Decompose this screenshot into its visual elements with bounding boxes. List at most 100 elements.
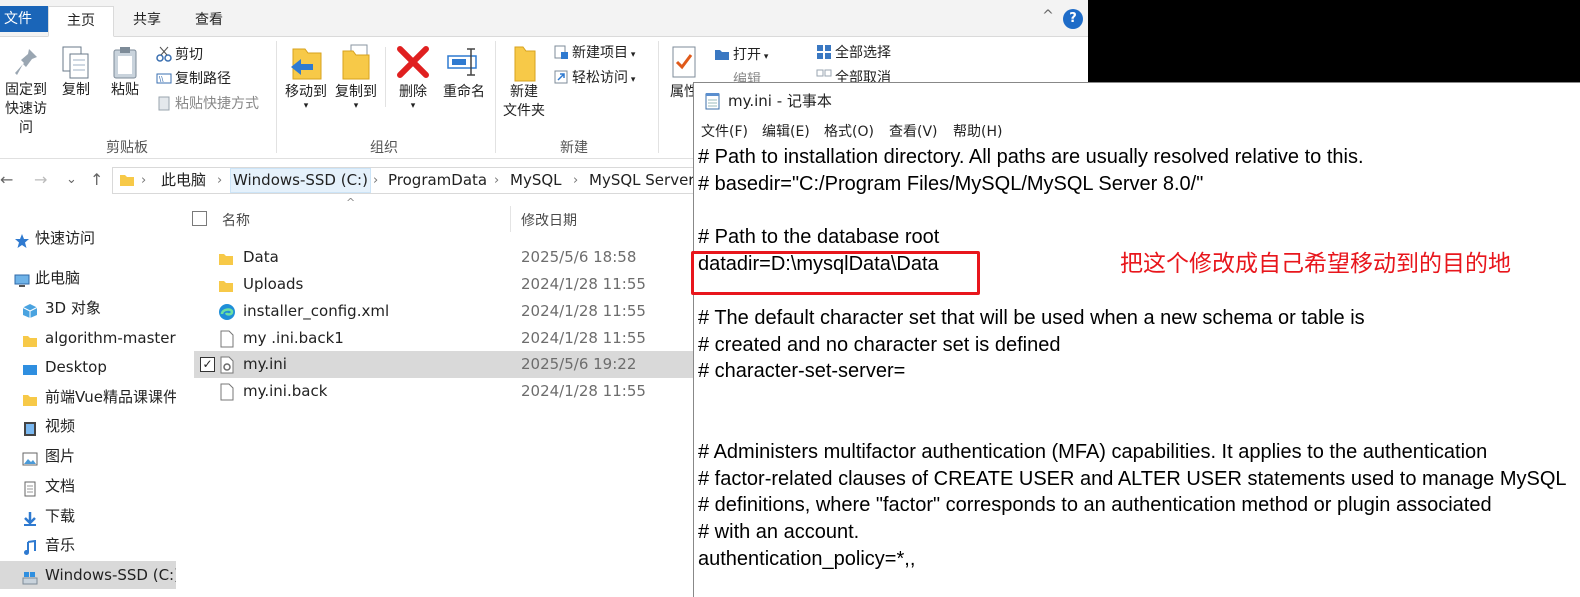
sidebar-item-label: Windows-SSD (C:) <box>45 566 176 584</box>
sidebar-item[interactable]: 视频 <box>0 412 176 440</box>
group-separator <box>276 41 277 153</box>
row-checkbox[interactable]: ✓ <box>200 357 215 372</box>
breadcrumb-programdata[interactable]: ProgramData <box>388 168 487 193</box>
copy-path-label: 复制路径 <box>175 71 231 87</box>
menu-help[interactable]: 帮助(H) <box>953 120 1002 144</box>
collapse-ribbon-icon[interactable]: ^ <box>1040 8 1056 24</box>
folder-icon <box>22 330 38 347</box>
group-label-new: 新建 <box>560 140 588 156</box>
star-icon <box>14 230 30 248</box>
select-all-button[interactable]: 全部选择 <box>816 43 891 65</box>
select-all-checkbox[interactable] <box>192 211 207 226</box>
file-icon <box>218 383 236 401</box>
pin-quick-access-button[interactable]: 固定到 快速访问 <box>0 45 52 138</box>
easy-access-label: 轻松访问 <box>572 70 628 86</box>
new-folder-button[interactable]: 新建 文件夹 <box>500 43 548 121</box>
delete-label: 删除 <box>399 84 427 100</box>
sidebar-item[interactable]: algorithm-master <box>0 324 176 352</box>
move-to-icon <box>291 48 322 80</box>
copy-button[interactable]: 复制 <box>56 45 96 100</box>
menu-edit[interactable]: 编辑(E) <box>762 120 810 144</box>
copy-path-icon: \\ <box>156 70 172 86</box>
notepad-title-bar[interactable]: my.ini - 记事本 <box>694 83 1580 119</box>
sidebar-item[interactable]: Desktop <box>0 353 176 381</box>
select-none-label: 全部取消 <box>835 70 891 82</box>
paste-button[interactable]: 粘贴 <box>104 45 146 100</box>
cut-label: 剪切 <box>175 47 203 63</box>
file-row[interactable]: ✓ my.ini 2025/5/6 19:22 <box>194 351 694 378</box>
cube-icon <box>22 300 38 318</box>
file-row[interactable]: Uploads 2024/1/28 11:55 <box>194 271 694 298</box>
new-item-button[interactable]: 新建项目 ▾ <box>553 43 635 65</box>
sidebar-item[interactable]: 下载 <box>0 502 176 530</box>
menu-format[interactable]: 格式(O) <box>824 120 874 144</box>
file-row[interactable]: my .ini.back1 2024/1/28 11:55 <box>194 325 694 352</box>
move-to-label: 移动到 <box>285 84 327 100</box>
file-row[interactable]: my.ini.back 2024/1/28 11:55 <box>194 378 694 405</box>
file-row[interactable]: Data 2025/5/6 18:58 <box>194 244 694 271</box>
back-button[interactable]: ← <box>0 170 13 190</box>
recent-locations-button[interactable]: ⌄ <box>66 170 77 190</box>
cut-button[interactable]: 剪切 <box>156 45 203 67</box>
tab-home[interactable]: 主页 <box>48 6 114 37</box>
text-line: # created and no character set is define… <box>698 333 1061 356</box>
select-none-button[interactable]: 全部取消 <box>816 68 891 82</box>
sidebar-item[interactable]: 此电脑 <box>0 264 176 292</box>
edit-button[interactable]: 编辑 <box>714 70 761 82</box>
copy-to-button[interactable]: 复制到 ▾ <box>332 43 380 111</box>
menu-view[interactable]: 查看(V) <box>889 120 938 144</box>
navigation-pane: 快速访问此电脑 3D 对象 algorithm-master Desktop 前端Vue… <box>0 222 176 597</box>
sidebar-item[interactable]: Windows-SSD (C:) <box>0 561 176 589</box>
file-list-header: 名称 修改日期 <box>186 206 696 232</box>
sidebar-item[interactable]: 图片 <box>0 442 176 470</box>
open-button[interactable]: 打开 ▾ <box>714 45 768 67</box>
up-button[interactable]: ↑ <box>90 170 103 190</box>
scissors-icon <box>156 46 172 62</box>
sidebar-item-label: 文档 <box>45 477 76 495</box>
copy-to-icon <box>342 44 370 80</box>
notepad-icon <box>705 93 720 110</box>
help-icon[interactable]: ? <box>1063 9 1083 29</box>
breadcrumb-mysql-server[interactable]: MySQL Server <box>589 168 694 193</box>
sidebar-item[interactable]: 3D 对象 <box>0 294 176 322</box>
forward-button[interactable]: → <box>34 170 47 190</box>
folder-icon <box>120 175 134 186</box>
breadcrumb-drive[interactable]: Windows-SSD (C:) <box>230 168 371 193</box>
sidebar-item[interactable]: 文档 <box>0 472 176 500</box>
sidebar-item[interactable]: 音乐 <box>0 531 176 559</box>
new-folder-label-line2: 文件夹 <box>503 103 545 119</box>
tab-share[interactable]: 共享 <box>118 6 176 37</box>
file-row[interactable]: installer_config.xml 2024/1/28 11:55 <box>194 298 694 325</box>
sidebar-item[interactable]: 快速访问 <box>0 224 176 252</box>
paste-shortcut-button[interactable]: 粘贴快捷方式 <box>156 94 259 116</box>
sidebar-item-label: 此电脑 <box>35 269 81 287</box>
sidebar-item[interactable]: 前端Vue精品课课件 <box>0 383 176 411</box>
new-item-dropdown-icon: ▾ <box>628 50 636 60</box>
menu-file[interactable]: 文件(F) <box>701 120 748 144</box>
column-divider[interactable] <box>510 206 511 232</box>
notepad-text-area[interactable]: # Path to installation directory. All pa… <box>694 144 1580 597</box>
column-header-modified[interactable]: 修改日期 <box>521 210 577 230</box>
tab-file[interactable]: 文件 <box>0 6 48 32</box>
edit-label: 编辑 <box>733 72 761 82</box>
file-modified-date: 2024/1/28 11:55 <box>521 302 646 320</box>
move-to-button[interactable]: 移动到 ▾ <box>282 43 330 111</box>
paste-label: 粘贴 <box>111 82 139 98</box>
group-label-clipboard: 剪贴板 <box>106 140 148 156</box>
tab-view[interactable]: 查看 <box>180 6 238 37</box>
column-header-name[interactable]: 名称 <box>222 210 250 230</box>
new-folder-icon <box>514 46 536 82</box>
breadcrumb-mysql[interactable]: MySQL <box>510 168 562 193</box>
sidebar-item-label: 3D 对象 <box>45 299 101 317</box>
computer-icon <box>14 270 30 287</box>
rename-button[interactable]: 重命名 <box>438 43 490 102</box>
select-none-icon <box>816 69 832 82</box>
address-bar[interactable]: › 此电脑 › Windows-SSD (C:) › ProgramData ›… <box>112 167 712 194</box>
breadcrumb-this-pc[interactable]: 此电脑 <box>161 168 206 193</box>
rename-icon <box>447 48 477 76</box>
copy-path-button[interactable]: \\ 复制路径 <box>156 69 231 91</box>
easy-access-button[interactable]: 轻松访问 ▾ <box>553 68 635 90</box>
delete-button[interactable]: 删除 ▾ <box>392 43 434 111</box>
desktop-background <box>1088 0 1580 82</box>
sidebar-item-label: 前端Vue精品课课件 <box>45 388 176 406</box>
